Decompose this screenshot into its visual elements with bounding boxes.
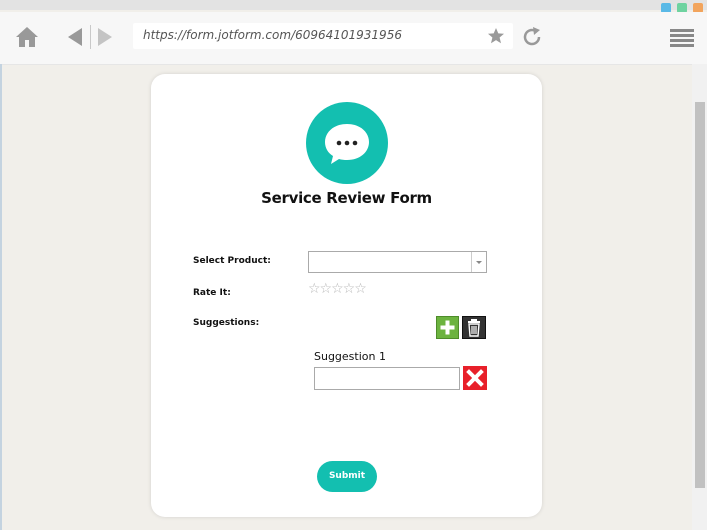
scrollbar-thumb[interactable] — [695, 102, 705, 488]
suggestion-1-input[interactable] — [314, 367, 460, 390]
close-icon — [466, 369, 484, 387]
form-title: Service Review Form — [261, 189, 432, 207]
submit-button[interactable]: Submit — [317, 461, 377, 492]
back-icon[interactable] — [64, 25, 86, 49]
reload-icon[interactable] — [520, 25, 544, 49]
url-text[interactable]: https://form.jotform.com/60964101931956 — [143, 28, 402, 42]
browser-toolbar: https://form.jotform.com/60964101931956 — [0, 12, 707, 65]
suggestion-1-label: Suggestion 1 — [314, 350, 386, 363]
chevron-down-icon — [476, 261, 482, 264]
trash-icon — [468, 319, 480, 337]
window-top-strip — [0, 0, 707, 13]
add-suggestion-button[interactable] — [436, 316, 459, 339]
forward-icon[interactable] — [94, 25, 116, 49]
star-icon[interactable] — [487, 27, 505, 45]
nav-separator — [90, 25, 91, 49]
select-arrow-box[interactable] — [471, 252, 486, 272]
address-bar[interactable]: https://form.jotform.com/60964101931956 — [133, 23, 513, 49]
rate-it-label: Rate It: — [193, 288, 231, 298]
remove-suggestion-button[interactable] — [463, 366, 487, 390]
select-product-label: Select Product: — [193, 256, 271, 266]
home-icon[interactable] — [14, 25, 40, 49]
delete-suggestions-button[interactable] — [462, 316, 486, 339]
suggestions-label: Suggestions: — [193, 318, 260, 328]
page-left-border — [0, 64, 2, 530]
star-rating[interactable]: ☆☆☆☆☆ — [308, 281, 367, 297]
form-logo — [306, 102, 388, 184]
menu-icon[interactable] — [670, 28, 694, 48]
product-select[interactable] — [308, 251, 487, 273]
chat-bubble-icon — [325, 124, 369, 164]
plus-icon — [440, 320, 455, 335]
